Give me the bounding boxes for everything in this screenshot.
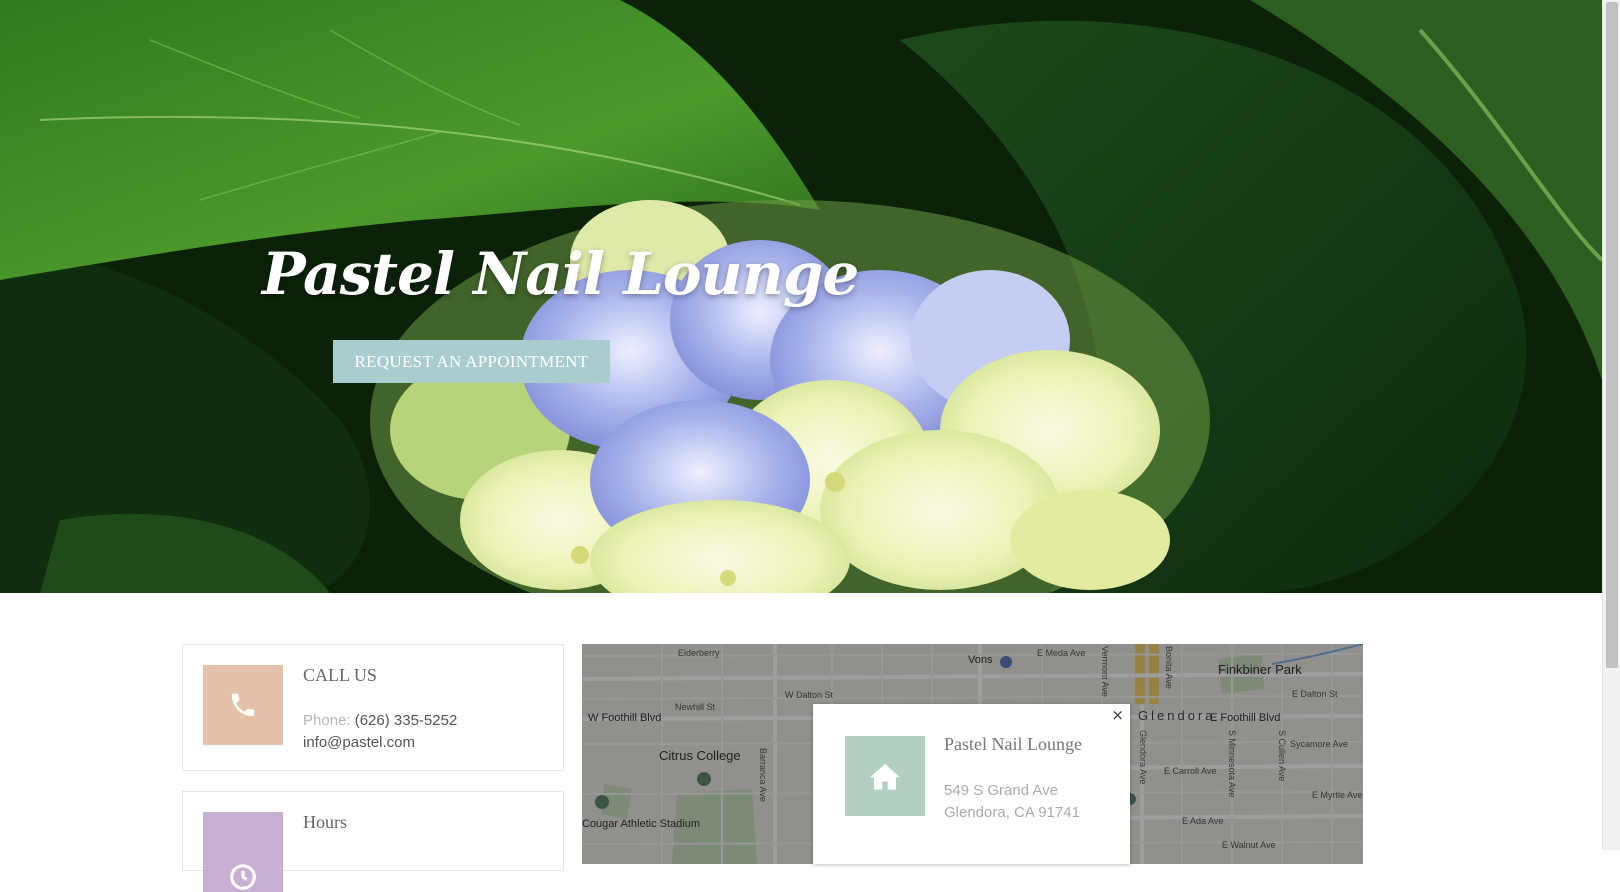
hours-card: Hours xyxy=(182,791,564,892)
map-info-popup: × Pastel Nail Lounge 549 S Grand Ave Gle… xyxy=(813,704,1130,864)
phone-line: Phone: (626) 335-5252 xyxy=(303,712,457,729)
call-us-card: CALL US Phone: (626) 335-5252 info@paste… xyxy=(182,644,564,771)
request-appointment-button[interactable]: REQUEST AN APPOINTMENT xyxy=(333,340,610,383)
phone-icon xyxy=(203,665,283,745)
popup-address-line1: 549 S Grand Ave xyxy=(944,782,1058,799)
hero-banner: Pastel Nail Lounge REQUEST AN APPOINTMEN… xyxy=(0,0,1602,593)
clock-icon xyxy=(203,812,283,892)
email-link[interactable]: info@pastel.com xyxy=(303,734,415,751)
scrollbar-thumb[interactable] xyxy=(1606,2,1618,668)
hero-title: Pastel Nail Lounge xyxy=(262,240,859,308)
vertical-scrollbar[interactable] xyxy=(1602,0,1620,850)
close-icon[interactable]: × xyxy=(1111,706,1124,724)
phone-number-link[interactable]: (626) 335-5252 xyxy=(355,712,458,729)
hours-title: Hours xyxy=(303,812,347,832)
phone-label: Phone: xyxy=(303,712,351,729)
call-us-title: CALL US xyxy=(303,665,377,685)
home-icon xyxy=(845,736,925,816)
popup-business-name: Pastel Nail Lounge xyxy=(944,734,1082,754)
popup-address-line2: Glendora, CA 91741 xyxy=(944,804,1080,821)
